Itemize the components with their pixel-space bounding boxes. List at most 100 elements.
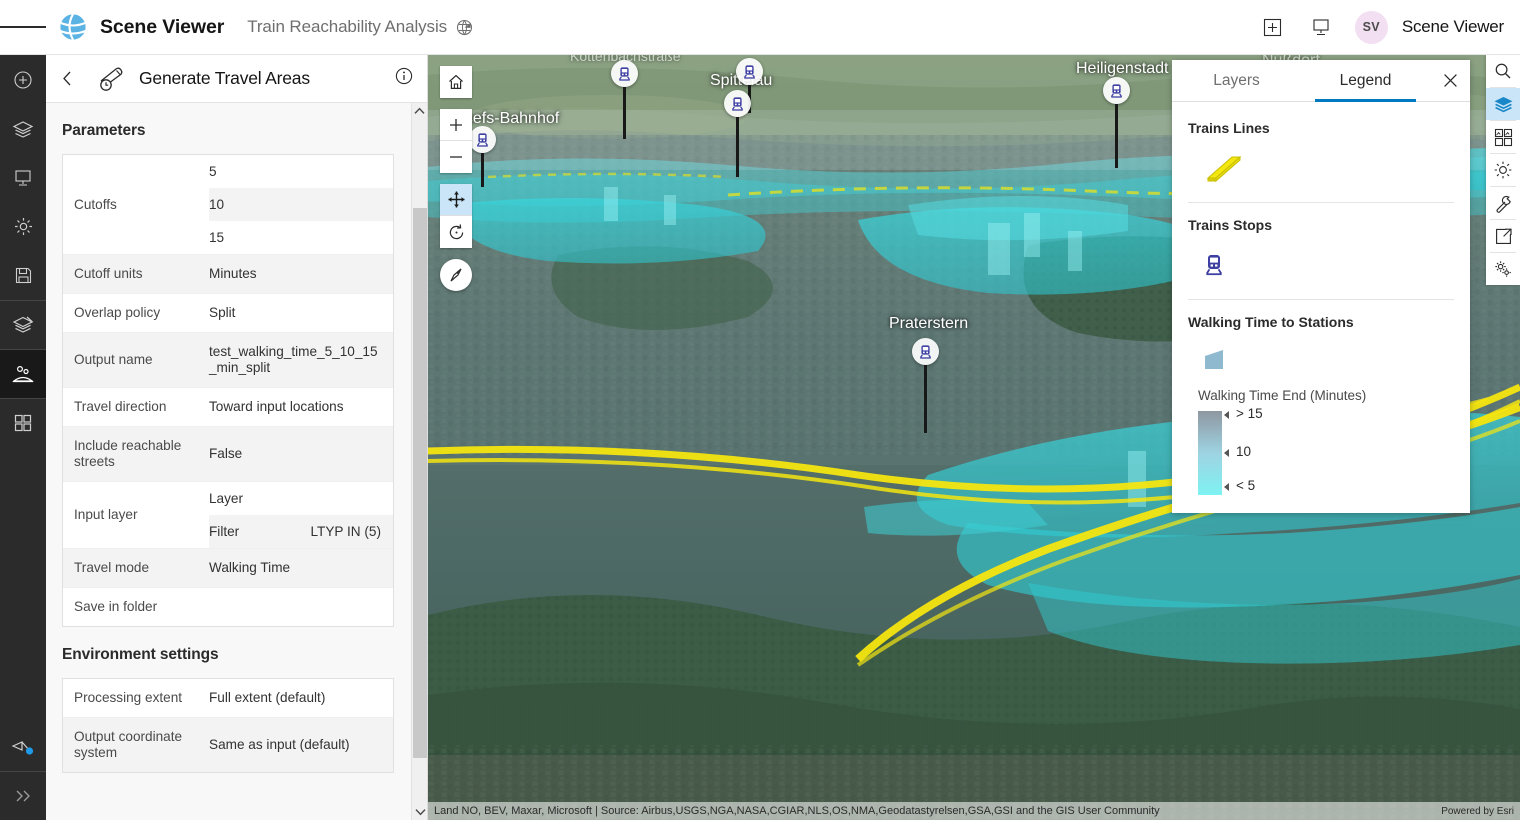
- sun-daylight-icon[interactable]: [1486, 154, 1520, 186]
- close-icon[interactable]: [1430, 60, 1470, 101]
- station-pin[interactable]: [912, 338, 939, 433]
- legend-tabs: Layers Legend: [1172, 60, 1470, 102]
- sublist-label: Filter: [209, 524, 239, 539]
- parameter-table: Processing extentFull extent (default)Ou…: [62, 678, 394, 773]
- rail-item-settings[interactable]: [0, 202, 46, 251]
- train-stop-icon: [611, 60, 638, 87]
- pin-stick: [736, 117, 738, 177]
- globe-share-icon[interactable]: [456, 19, 473, 36]
- scrollbar-thumb[interactable]: [413, 208, 427, 758]
- train-stop-icon: [1188, 245, 1454, 285]
- parameter-label: Overlap policy: [63, 294, 209, 332]
- app-title: Scene Viewer: [100, 16, 224, 39]
- color-ramp: > 1510< 5: [1188, 411, 1454, 495]
- rail-item-basemap[interactable]: [0, 300, 46, 349]
- panel-scrollbar[interactable]: [411, 103, 427, 820]
- presentation-icon[interactable]: [1297, 0, 1345, 55]
- rail-item-add-layer[interactable]: [0, 55, 46, 104]
- parameter-sublist: 51015: [209, 155, 393, 254]
- train-stop-icon: [724, 90, 751, 117]
- rail-item-save[interactable]: [0, 251, 46, 300]
- parameter-value: Minutes: [209, 255, 393, 293]
- rotate-icon[interactable]: [440, 216, 472, 248]
- legend-group-title: Trains Stops: [1188, 217, 1454, 233]
- basemap-gallery-icon[interactable]: [1486, 121, 1520, 153]
- tab-layers[interactable]: Layers: [1172, 60, 1301, 101]
- ramp-tick: [1224, 411, 1229, 419]
- zoom-in-button[interactable]: [440, 109, 472, 141]
- info-circle-icon[interactable]: [395, 67, 413, 90]
- pin-stick: [623, 87, 625, 139]
- layers-icon[interactable]: [1486, 88, 1520, 120]
- avatar[interactable]: SV: [1355, 11, 1388, 44]
- station-pin[interactable]: [611, 60, 638, 139]
- parameter-value: False: [209, 427, 393, 481]
- ramp-stop-label: > 15: [1236, 406, 1263, 421]
- station-pin[interactable]: [1103, 77, 1130, 168]
- station-pin[interactable]: [469, 126, 496, 187]
- legend-group-trains-lines: Trains Lines: [1188, 120, 1454, 203]
- parameter-table: Cutoffs51015Cutoff unitsMinutesOverlap p…: [62, 154, 394, 627]
- ramp-label: Walking Time End (Minutes): [1198, 388, 1454, 403]
- table-row: Input layerLayerFilterLTYP IN (5): [63, 482, 393, 549]
- compass-needle-icon[interactable]: [440, 259, 472, 291]
- table-row: Output nametest_walking_time_5_10_15_min…: [63, 333, 393, 388]
- table-row: Output coordinate systemSame as input (d…: [63, 718, 393, 772]
- legend-body: Trains Lines Trains Stops: [1172, 102, 1470, 513]
- rail-item-apps[interactable]: [0, 398, 46, 447]
- scroll-down-arrow[interactable]: [412, 804, 428, 820]
- legend-panel: Layers Legend Trains Lines: [1172, 60, 1470, 513]
- parameter-label: Output coordinate system: [63, 718, 209, 772]
- train-stop-icon: [469, 126, 496, 153]
- menu-icon[interactable]: [0, 0, 46, 55]
- pin-stick: [924, 365, 926, 433]
- tab-legend[interactable]: Legend: [1301, 60, 1430, 101]
- parameter-label: Save in folder: [63, 588, 209, 626]
- table-row: Include reachable streetsFalse: [63, 427, 393, 482]
- rail-item-analysis[interactable]: [0, 349, 46, 398]
- legend-group-title: Trains Lines: [1188, 120, 1454, 136]
- yellow-line-3d-swatch: [1188, 148, 1454, 188]
- parameter-label: Travel direction: [63, 388, 209, 426]
- parameter-value: [209, 588, 393, 626]
- ramp-stop-label: < 5: [1236, 478, 1255, 493]
- scroll-up-arrow[interactable]: [412, 103, 427, 119]
- rail-item-layers[interactable]: [0, 104, 46, 153]
- chevron-left-icon[interactable]: [46, 55, 88, 103]
- map-tools-toolbar: [1486, 55, 1520, 285]
- left-rail: [0, 55, 46, 820]
- page-title: Generate Travel Areas: [139, 68, 310, 89]
- section-title: Parameters: [62, 122, 411, 140]
- pan-move-icon[interactable]: [440, 184, 472, 216]
- train-stop-icon: [736, 58, 763, 85]
- header-actions: SV Scene Viewer: [1249, 0, 1520, 55]
- sublist-value: LTYP IN (5): [310, 524, 381, 539]
- gears-icon[interactable]: [1486, 253, 1520, 285]
- sublist-label: Layer: [209, 491, 243, 506]
- zoom-out-button[interactable]: [440, 141, 472, 173]
- table-row: Overlap policySplit: [63, 294, 393, 333]
- share-export-icon[interactable]: [1486, 220, 1520, 252]
- add-square-icon[interactable]: [1249, 0, 1297, 55]
- sublist-label: 15: [209, 230, 224, 245]
- sublist-label: 10: [209, 197, 224, 212]
- user-name: Scene Viewer: [1402, 17, 1504, 37]
- home-icon[interactable]: [440, 66, 472, 98]
- tool-panel: Generate Travel Areas ParametersCutoffs5…: [46, 55, 428, 820]
- parameter-label: Output name: [63, 333, 209, 387]
- legend-group-trains-stops: Trains Stops: [1188, 217, 1454, 300]
- parameter-value: Full extent (default): [209, 679, 393, 717]
- parameter-label: Cutoff units: [63, 255, 209, 293]
- rail-item-measure-callout[interactable]: [0, 722, 46, 771]
- sublist-row: Layer: [209, 482, 393, 515]
- legend-group-walking-time: Walking Time to Stations Walking Time En…: [1188, 314, 1454, 509]
- wrench-measure-icon[interactable]: [1486, 187, 1520, 219]
- rail-item-expand[interactable]: [0, 771, 46, 820]
- rail-item-slides[interactable]: [0, 153, 46, 202]
- ramp-tick: [1224, 483, 1229, 491]
- map-navigation-controls: [440, 66, 472, 291]
- parameter-value: Split: [209, 294, 393, 332]
- search-icon[interactable]: [1486, 55, 1520, 87]
- color-ramp-labels: > 1510< 5: [1222, 411, 1382, 495]
- station-pin[interactable]: [724, 90, 751, 177]
